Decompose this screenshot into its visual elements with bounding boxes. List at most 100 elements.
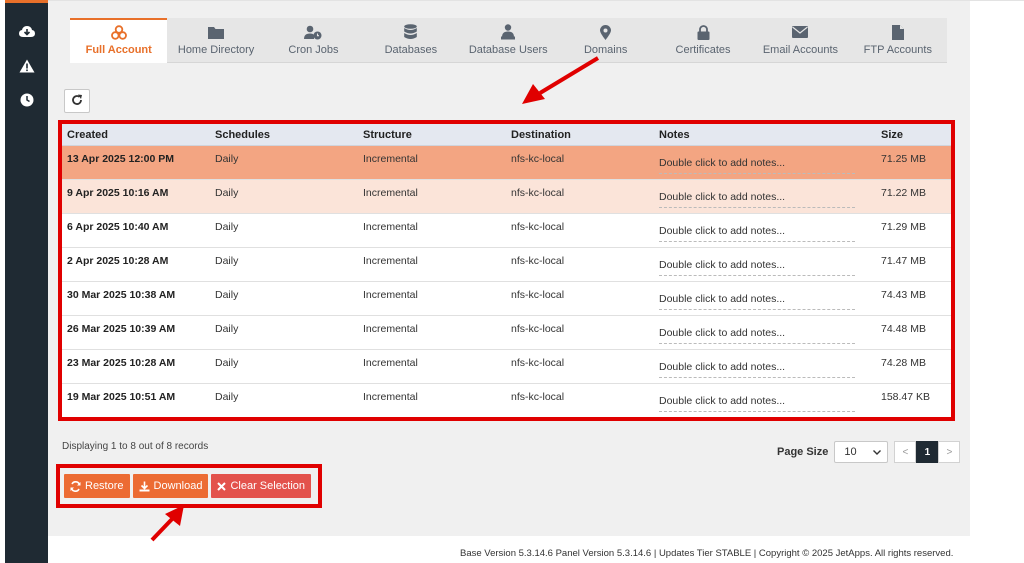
tab-home-directory[interactable]: Home Directory xyxy=(167,18,264,63)
table-row[interactable]: 23 Mar 2025 10:28 AM Daily Incremental n… xyxy=(62,350,951,384)
page-size-value: 10 xyxy=(844,446,857,458)
prev-page-button[interactable]: < xyxy=(894,441,917,463)
table-row[interactable]: 9 Apr 2025 10:16 AM Daily Incremental nf… xyxy=(62,180,951,214)
cell-structure: Incremental xyxy=(363,289,418,301)
download-label: Download xyxy=(153,480,203,492)
tab-label: Email Accounts xyxy=(762,44,839,56)
notes-editable[interactable]: Double click to add notes... xyxy=(659,361,855,378)
table-row[interactable]: 6 Apr 2025 10:40 AM Daily Incremental nf… xyxy=(62,214,951,248)
refresh-icon xyxy=(71,94,83,109)
chevron-down-icon xyxy=(873,446,882,458)
cloud-download-icon[interactable] xyxy=(17,22,36,41)
cell-destination: nfs-kc-local xyxy=(511,391,565,403)
header-created[interactable]: Created xyxy=(62,129,210,141)
header-destination[interactable]: Destination xyxy=(506,129,654,141)
biohazard-icon xyxy=(110,24,127,40)
next-page-button[interactable]: > xyxy=(938,441,961,463)
cell-size: 158.47 KB xyxy=(881,391,931,403)
table-row[interactable]: 2 Apr 2025 10:28 AM Daily Incremental nf… xyxy=(62,248,951,282)
envelope-icon xyxy=(792,24,809,40)
table-header: Created Schedules Structure Destination … xyxy=(62,124,951,146)
cell-schedules: Daily xyxy=(215,153,239,165)
cell-structure: Incremental xyxy=(363,153,418,165)
restore-label: Restore xyxy=(85,480,124,492)
tab-label: Cron Jobs xyxy=(288,44,339,56)
tab-database-users[interactable]: Database Users xyxy=(460,18,557,63)
notes-editable[interactable]: Double click to add notes... xyxy=(659,293,855,310)
table-row[interactable]: 19 Mar 2025 10:51 AM Daily Incremental n… xyxy=(62,384,951,418)
cell-destination: nfs-kc-local xyxy=(511,357,565,369)
cell-destination: nfs-kc-local xyxy=(511,255,565,267)
cell-schedules: Daily xyxy=(215,323,239,335)
notes-editable[interactable]: Double click to add notes... xyxy=(659,259,855,276)
cell-destination: nfs-kc-local xyxy=(511,187,565,199)
notes-editable[interactable]: Double click to add notes... xyxy=(659,157,855,174)
clear-selection-button[interactable]: Clear Selection xyxy=(211,474,312,498)
tab-label: FTP Accounts xyxy=(863,44,932,56)
tab-full-account[interactable]: Full Account xyxy=(70,18,168,63)
records-count: Displaying 1 to 8 out of 8 records xyxy=(62,441,209,452)
table-row[interactable]: 13 Apr 2025 12:00 PM Daily Incremental n… xyxy=(62,146,951,180)
table-row[interactable]: 26 Mar 2025 10:39 AM Daily Incremental n… xyxy=(62,316,951,350)
cell-size: 74.28 MB xyxy=(881,357,926,369)
cell-destination: nfs-kc-local xyxy=(511,153,565,165)
cell-size: 71.29 MB xyxy=(881,221,926,233)
tab-databases[interactable]: Databases xyxy=(362,18,459,63)
page-size-select[interactable]: 10 xyxy=(834,441,889,463)
cell-created: 30 Mar 2025 10:38 AM xyxy=(67,289,176,301)
tab-label: Certificates xyxy=(675,44,731,56)
clear-selection-label: Clear Selection xyxy=(230,480,306,492)
cell-structure: Incremental xyxy=(363,357,418,369)
download-icon xyxy=(139,481,150,492)
cell-created: 13 Apr 2025 12:00 PM xyxy=(67,153,175,165)
user-clock-icon xyxy=(304,24,322,40)
cell-created: 23 Mar 2025 10:28 AM xyxy=(67,357,176,369)
cell-notes: Double click to add notes... xyxy=(654,282,876,315)
cell-created: 9 Apr 2025 10:16 AM xyxy=(67,187,169,199)
tab-email-accounts[interactable]: Email Accounts xyxy=(752,18,849,63)
header-structure[interactable]: Structure xyxy=(358,129,506,141)
header-schedules[interactable]: Schedules xyxy=(210,129,358,141)
cell-schedules: Daily xyxy=(215,187,239,199)
right-margin xyxy=(970,0,1024,563)
cell-created: 6 Apr 2025 10:40 AM xyxy=(67,221,169,233)
cell-notes: Double click to add notes... xyxy=(654,146,876,179)
cell-size: 71.22 MB xyxy=(881,187,926,199)
tab-cron-jobs[interactable]: Cron Jobs xyxy=(265,18,362,63)
notes-editable[interactable]: Double click to add notes... xyxy=(659,327,855,344)
header-notes[interactable]: Notes xyxy=(654,129,876,141)
tab-bar: Full Account Home Directory Cron Jobs Da… xyxy=(70,18,947,63)
tab-label: Domains xyxy=(583,44,628,56)
warning-icon[interactable] xyxy=(17,56,36,75)
restore-button[interactable]: Restore xyxy=(64,474,130,498)
clock-icon[interactable] xyxy=(17,90,36,109)
main-panel: Full Account Home Directory Cron Jobs Da… xyxy=(48,0,970,536)
table-row[interactable]: 30 Mar 2025 10:38 AM Daily Incremental n… xyxy=(62,282,951,316)
cell-size: 74.43 MB xyxy=(881,289,926,301)
cell-notes: Double click to add notes... xyxy=(654,248,876,281)
cell-size: 74.48 MB xyxy=(881,323,926,335)
cell-structure: Incremental xyxy=(363,391,418,403)
cell-notes: Double click to add notes... xyxy=(654,180,876,213)
download-button[interactable]: Download xyxy=(132,474,209,498)
refresh-button[interactable] xyxy=(64,89,90,113)
backups-table: Created Schedules Structure Destination … xyxy=(58,120,955,421)
cell-created: 2 Apr 2025 10:28 AM xyxy=(67,255,169,267)
tab-ftp-accounts[interactable]: FTP Accounts xyxy=(849,18,946,63)
notes-editable[interactable]: Double click to add notes... xyxy=(659,191,855,208)
cell-notes: Double click to add notes... xyxy=(654,350,876,383)
tab-label: Full Account xyxy=(85,44,152,56)
page-1-button[interactable]: 1 xyxy=(916,441,939,463)
notes-editable[interactable]: Double click to add notes... xyxy=(659,225,855,242)
tab-certificates[interactable]: Certificates xyxy=(654,18,751,63)
tab-label: Home Directory xyxy=(177,44,255,56)
header-size[interactable]: Size xyxy=(876,129,951,141)
cell-size: 71.47 MB xyxy=(881,255,926,267)
cell-structure: Incremental xyxy=(363,255,418,267)
footer-version: Base Version 5.3.14.6 Panel Version 5.3.… xyxy=(460,548,954,559)
cell-schedules: Daily xyxy=(215,255,239,267)
notes-editable[interactable]: Double click to add notes... xyxy=(659,395,855,412)
tab-domains[interactable]: Domains xyxy=(557,18,654,63)
cell-notes: Double click to add notes... xyxy=(654,316,876,349)
page-size-label: Page Size xyxy=(777,446,829,458)
